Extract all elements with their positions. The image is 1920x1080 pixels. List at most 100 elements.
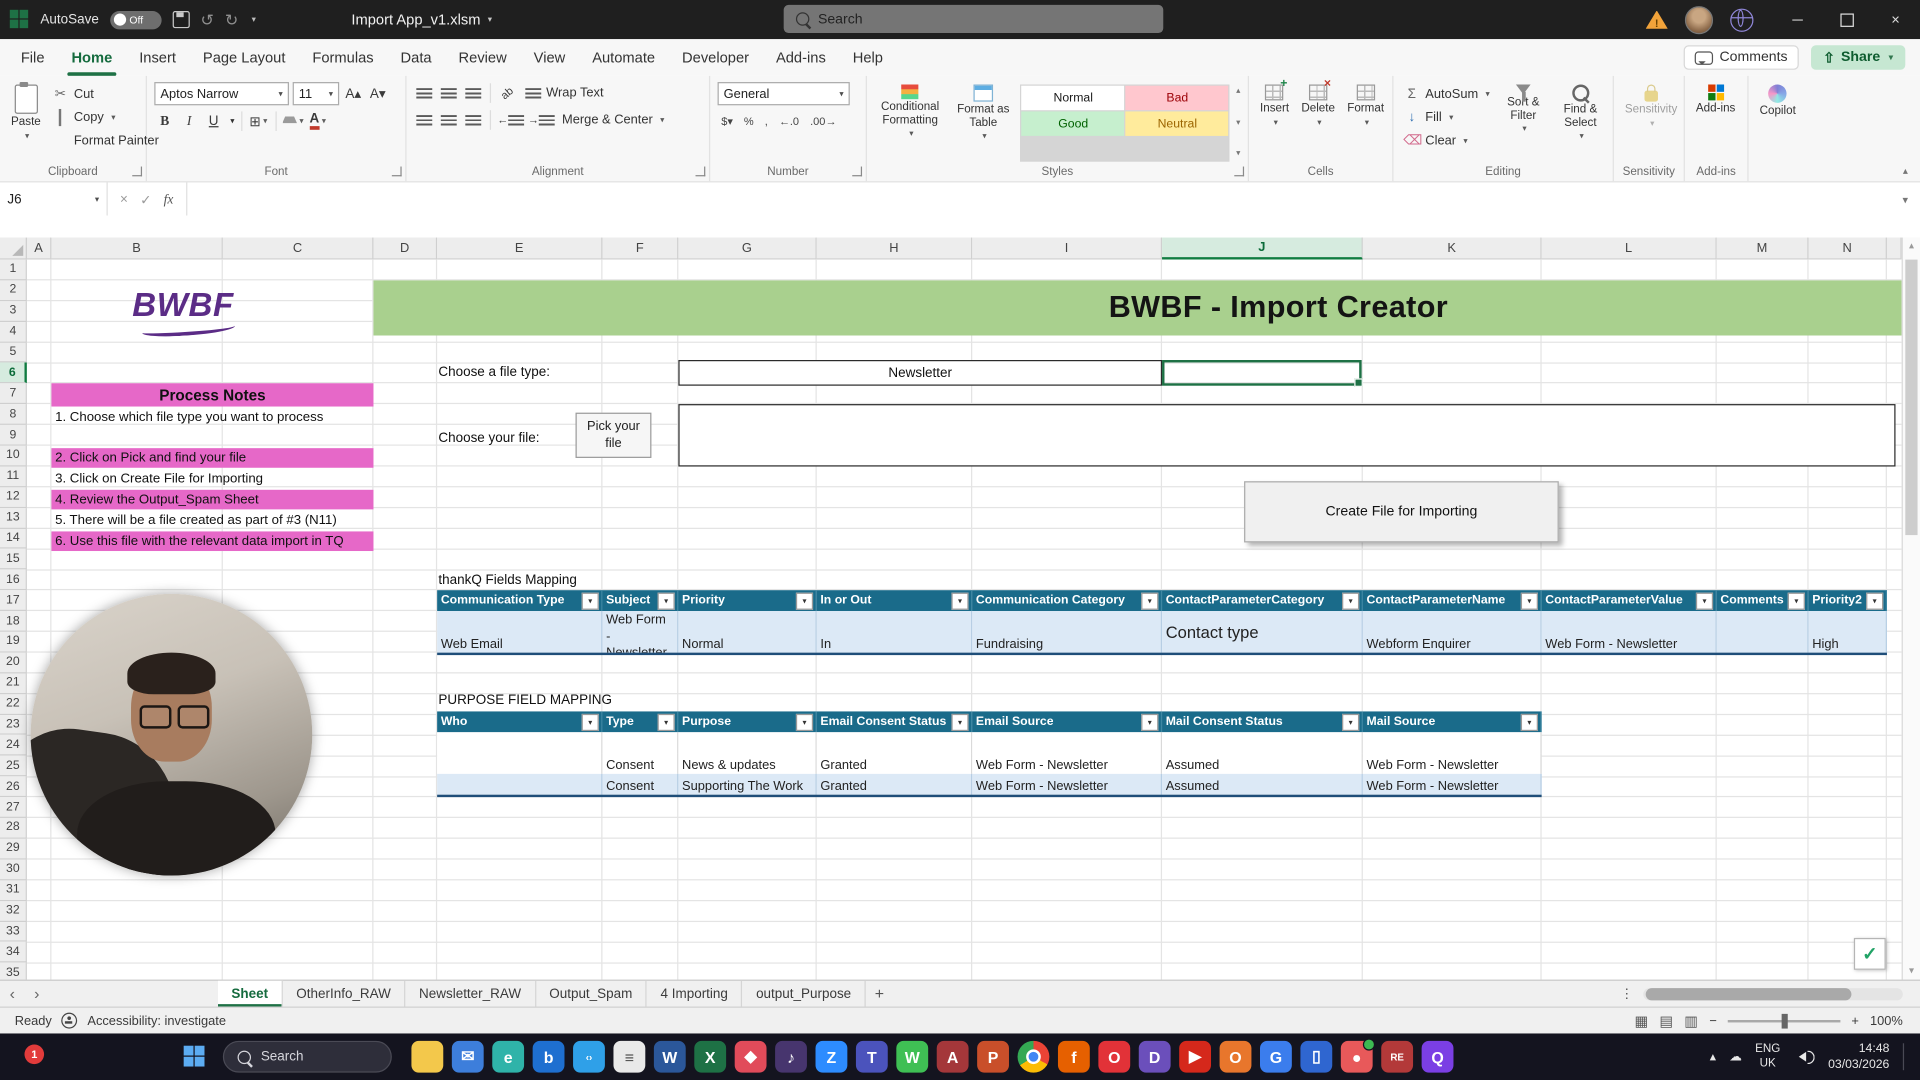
grow-font-button[interactable]: A▴: [343, 83, 364, 105]
pick-file-button[interactable]: Pick your file: [576, 413, 652, 458]
filter-icon[interactable]: ▾: [1866, 592, 1883, 609]
filter-icon[interactable]: ▾: [1696, 592, 1713, 609]
align-left-button[interactable]: [414, 109, 435, 131]
ribbon-tab-data[interactable]: Data: [387, 39, 445, 76]
insert-cells-button[interactable]: Insert▾: [1256, 82, 1292, 162]
normal-view-icon[interactable]: ▦: [1634, 1012, 1648, 1029]
taskbar-app-photos[interactable]: ◆: [735, 1041, 767, 1073]
purpose-empty-cell-email-source[interactable]: [972, 732, 1162, 753]
chevron-down-icon[interactable]: ▾: [230, 116, 234, 126]
font-size-select[interactable]: 11▾: [293, 82, 340, 105]
taskbar-search[interactable]: Search: [223, 1041, 392, 1073]
row-header-15[interactable]: 15: [0, 549, 27, 570]
row-header-34[interactable]: 34: [0, 942, 27, 963]
row-header-21[interactable]: 21: [0, 673, 27, 694]
filter-icon[interactable]: ▾: [796, 592, 813, 609]
column-header-K[interactable]: K: [1363, 238, 1542, 260]
column-header-D[interactable]: D: [373, 238, 437, 260]
clipboard-dialog-launcher-icon[interactable]: [132, 167, 142, 177]
taskbar-clock[interactable]: 14:4803/03/2026: [1828, 1041, 1889, 1073]
gallery-more-icon[interactable]: ▾: [1236, 148, 1240, 158]
orientation-button[interactable]: ab: [497, 82, 518, 104]
paste-button[interactable]: Paste▾: [7, 82, 44, 162]
cell-style-neutral[interactable]: Neutral: [1126, 111, 1229, 135]
warning-icon[interactable]: !: [1646, 10, 1668, 28]
italic-button[interactable]: I: [179, 110, 200, 132]
row-header-12[interactable]: 12: [0, 487, 27, 508]
ribbon-tab-formulas[interactable]: Formulas: [299, 39, 387, 76]
comma-style-button[interactable]: ,: [761, 110, 771, 132]
taskbar-app-notes-app[interactable]: ≡: [613, 1041, 645, 1073]
find-select-button[interactable]: Find & Select▾: [1554, 82, 1606, 162]
zoom-slider[interactable]: [1728, 1019, 1841, 1021]
clear-button[interactable]: ⌫Clear▾: [1401, 129, 1492, 152]
cells-grid[interactable]: BWBF - Import Creator BWBF Choose a file…: [27, 260, 1902, 980]
row-header-14[interactable]: 14: [0, 528, 27, 549]
row-header-6[interactable]: 6: [0, 363, 27, 384]
purpose-empty-cell-mail-consent-status[interactable]: [1162, 732, 1363, 753]
purpose-cell-1-mail-source[interactable]: Web Form - Newsletter: [1363, 774, 1542, 795]
show-desktop-button[interactable]: [1903, 1043, 1908, 1070]
purpose-empty-cell-who[interactable]: [437, 732, 602, 753]
percent-style-button[interactable]: %: [740, 110, 757, 132]
gallery-down-icon[interactable]: ▾: [1236, 117, 1240, 127]
presence-globe-icon[interactable]: [1730, 8, 1753, 31]
decrease-indent-button[interactable]: ←: [497, 109, 524, 131]
conditional-formatting-button[interactable]: Conditional Formatting▾: [874, 82, 946, 162]
accessibility-status[interactable]: Accessibility: investigate: [87, 1013, 226, 1028]
ribbon-tab-review[interactable]: Review: [445, 39, 520, 76]
cut-button[interactable]: ✂Cut: [49, 82, 161, 105]
mapping-cell-priority[interactable]: Normal: [678, 611, 816, 653]
row-header-18[interactable]: 18: [0, 611, 27, 632]
sort-filter-button[interactable]: Sort & Filter▾: [1497, 82, 1549, 162]
purpose-cell-1-email-source[interactable]: Web Form - Newsletter: [972, 774, 1162, 795]
tab-overflow-icon[interactable]: ⋮: [1610, 981, 1643, 1007]
customize-toolbar-chevron-icon[interactable]: ▾: [252, 15, 256, 24]
account-avatar[interactable]: [1685, 6, 1713, 34]
alignment-dialog-launcher-icon[interactable]: [696, 167, 706, 177]
previous-sheet-icon[interactable]: ‹: [0, 981, 24, 1007]
sheet-tab-output-spam[interactable]: Output_Spam: [536, 981, 647, 1007]
number-format-select[interactable]: General▾: [718, 82, 850, 105]
taskbar-app-google-app[interactable]: G: [1260, 1041, 1292, 1073]
ribbon-tab-automate[interactable]: Automate: [579, 39, 669, 76]
minimize-button[interactable]: ─: [1773, 0, 1822, 39]
share-button[interactable]: ⇧Share▾: [1811, 45, 1905, 69]
row-header-3[interactable]: 3: [0, 301, 27, 322]
filter-icon[interactable]: ▾: [1141, 713, 1158, 730]
purpose-cell-0-email-source[interactable]: Web Form - Newsletter: [972, 753, 1162, 774]
page-break-view-icon[interactable]: ▥: [1684, 1012, 1698, 1029]
scroll-up-icon[interactable]: ▴: [1903, 238, 1920, 255]
mapping-cell-contactparametervalue[interactable]: Web Form - Newsletter: [1542, 611, 1717, 653]
purpose-cell-0-who[interactable]: [437, 753, 602, 774]
purpose-cell-0-mail-source[interactable]: Web Form - Newsletter: [1363, 753, 1542, 774]
wrap-text-button[interactable]: Wrap Text: [522, 86, 608, 101]
filter-icon[interactable]: ▾: [796, 713, 813, 730]
row-header-7[interactable]: 7: [0, 384, 27, 405]
ribbon-tab-add-ins[interactable]: Add-ins: [762, 39, 839, 76]
scroll-down-icon[interactable]: ▾: [1903, 962, 1920, 979]
accounting-format-button[interactable]: $▾: [718, 110, 737, 132]
taskbar-app-whatsapp[interactable]: W: [896, 1041, 928, 1073]
increase-indent-button[interactable]: →: [528, 109, 555, 131]
taskbar-app-zoom[interactable]: Z: [816, 1041, 848, 1073]
zoom-slider-thumb[interactable]: [1782, 1013, 1788, 1028]
sheet-tab-4-importing[interactable]: 4 Importing: [647, 981, 743, 1007]
row-header-13[interactable]: 13: [0, 508, 27, 529]
titlebar-search[interactable]: Search: [784, 5, 1164, 33]
shrink-font-button[interactable]: A▾: [367, 83, 388, 105]
checkmark-control[interactable]: ✓: [1854, 938, 1886, 970]
format-painter-button[interactable]: Format Painter: [49, 129, 161, 152]
row-header-31[interactable]: 31: [0, 880, 27, 901]
ribbon-tab-view[interactable]: View: [520, 39, 579, 76]
purpose-cell-1-who[interactable]: [437, 774, 602, 795]
taskbar-app-excel[interactable]: X: [694, 1041, 726, 1073]
name-box[interactable]: J6▾: [0, 182, 108, 216]
purpose-empty-cell-type[interactable]: [602, 732, 678, 753]
gallery-scroll[interactable]: ▴ ▾ ▾: [1235, 82, 1242, 162]
row-header-1[interactable]: 1: [0, 260, 27, 281]
font-name-select[interactable]: Aptos Narrow▾: [154, 82, 289, 105]
gallery-up-icon[interactable]: ▴: [1236, 86, 1240, 96]
row-header-23[interactable]: 23: [0, 715, 27, 736]
column-header-C[interactable]: C: [223, 238, 374, 260]
